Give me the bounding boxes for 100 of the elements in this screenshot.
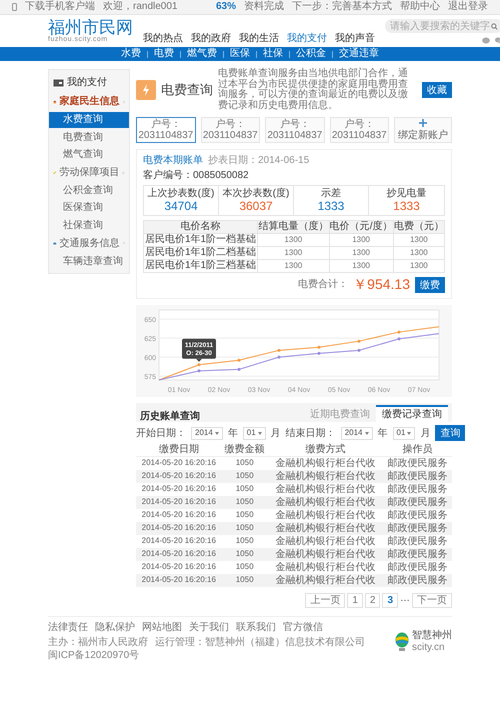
history-tab[interactable]: 近期电费查询 <box>304 405 376 422</box>
top-link[interactable]: 退出登录 <box>448 1 488 13</box>
top-link[interactable]: 帮助中心 <box>400 1 440 13</box>
sub-nav-link[interactable]: 水费 <box>121 48 141 60</box>
table-cell: 1050 <box>222 483 268 496</box>
site-logo[interactable]: 福州市民网 <box>48 19 133 36</box>
footer-link[interactable]: 官方微信 <box>283 622 323 634</box>
table-cell: 1300 <box>393 234 444 246</box>
read-date: 抄表日期：2014-06-15 <box>208 155 310 166</box>
account-tab[interactable]: 户号：2031104837 <box>200 117 260 143</box>
search-icon[interactable] <box>491 22 498 30</box>
table-cell: 1300 <box>329 260 394 272</box>
footer-link[interactable]: 隐私保护 <box>95 622 135 634</box>
footer-link[interactable]: 关于我们 <box>189 622 229 634</box>
app-download-link[interactable]: 下载手机客户端 <box>25 1 95 13</box>
table-cell: 邮政便民服务 <box>382 522 452 536</box>
table-cell: 金融机构银行柜台代收 <box>268 548 383 562</box>
table-cell: 1050 <box>222 561 268 574</box>
user-menu[interactable]: 欢迎，randle001 <box>103 1 178 13</box>
table-cell: 2014-05-20 16:20:16 <box>136 561 222 574</box>
sidebar-item[interactable]: 燃气查询 <box>49 146 129 162</box>
table-cell: 邮政便民服务 <box>382 548 452 562</box>
table-cell: 1300 <box>258 260 330 272</box>
nav-link[interactable]: 我的热点 <box>143 32 183 44</box>
year-select[interactable]: 2014 <box>340 426 372 440</box>
column-header: 电价名称 <box>144 220 258 234</box>
account-tab[interactable]: 户号：2031104837 <box>136 117 196 143</box>
data-point <box>278 356 280 359</box>
table-cell: 邮政便民服务 <box>382 535 452 548</box>
nav-link[interactable]: 我的声音 <box>335 32 375 44</box>
table-cell: 2014-05-20 16:20:16 <box>136 470 222 484</box>
progress-percent: 63% <box>216 1 236 13</box>
sub-nav-link[interactable]: 医保 <box>230 48 250 60</box>
stat-label: 示差 <box>321 188 341 200</box>
prev-page-button[interactable]: 上一页 <box>305 593 346 608</box>
table-cell: 1050 <box>222 535 268 548</box>
table-cell: 2014-05-20 16:20:16 <box>136 483 222 496</box>
month-select[interactable]: 01 <box>242 426 266 440</box>
top-link[interactable]: 下一步：完善基本方式 <box>292 1 392 13</box>
stat-label: 抄见电量 <box>386 188 426 200</box>
table-cell: 1300 <box>258 234 330 246</box>
customer-number: 客户编号：0085050082 <box>143 170 250 182</box>
table-cell: 1300 <box>393 260 444 272</box>
account-tab[interactable]: 户号：2031104837 <box>265 117 324 143</box>
footer-info: 主办：福州市人民政府 <box>48 636 148 648</box>
pay-button[interactable]: 缴费 <box>415 277 445 293</box>
wallet-icon <box>53 78 64 88</box>
sub-nav-link[interactable]: 交通违章 <box>339 48 379 60</box>
nav-link[interactable]: 我的支付 <box>287 32 327 44</box>
favorite-button[interactable]: 收藏 <box>422 82 452 98</box>
sub-nav-link[interactable]: 公积金 <box>296 48 326 60</box>
table-cell: 邮政便民服务 <box>382 456 452 470</box>
sidebar-item[interactable]: 社保查询 <box>49 218 129 233</box>
page-title: 电费查询 <box>161 82 213 98</box>
start-date-label: 开始日期： <box>136 428 186 439</box>
footer-link[interactable]: 联系我们 <box>236 622 276 634</box>
page-button[interactable]: 3 <box>382 593 398 608</box>
add-account-button[interactable]: 绑定新账户 <box>394 117 452 143</box>
table-cell: 金融机构银行柜台代收 <box>268 535 383 548</box>
sidebar-item[interactable]: 公积金查询 <box>49 183 129 198</box>
table-cell: 1050 <box>222 496 268 510</box>
next-page-button[interactable]: 下一页 <box>412 593 452 608</box>
progress-label: 资料完成 <box>244 1 284 13</box>
sidebar-item[interactable]: 水费查询 <box>49 112 129 128</box>
stat-label: 本次抄表数(度) <box>222 188 290 200</box>
table-cell: 邮政便民服务 <box>382 483 452 496</box>
footer-link[interactable]: 网站地图 <box>142 622 182 634</box>
table-cell: 1050 <box>222 509 268 522</box>
table-cell: 1050 <box>222 456 268 470</box>
sub-nav-link[interactable]: 社保 <box>263 48 283 60</box>
column-header: 电价（元/度） <box>329 220 394 234</box>
stat-label: 上次抄表数(度) <box>148 188 214 200</box>
column-header: 电费（元） <box>393 220 444 234</box>
sidebar-item[interactable]: 电费查询 <box>49 130 129 145</box>
history-tab[interactable]: 缴费记录查询 <box>376 405 448 422</box>
footer-link[interactable]: 法律责任 <box>48 622 88 634</box>
data-point <box>238 368 240 371</box>
sidebar-group[interactable]: 家庭民生信息 <box>60 96 120 108</box>
end-date-label: 结束日期： <box>286 428 336 439</box>
chat-bubble-icon[interactable] <box>482 37 490 44</box>
sidebar-group[interactable]: 劳动保障项目 <box>59 166 120 178</box>
table-cell: 2014-05-20 16:20:16 <box>136 548 222 562</box>
sub-nav-link[interactable]: 电费 <box>154 48 174 60</box>
sub-nav-link[interactable]: 燃气费 <box>187 48 217 60</box>
query-button[interactable]: 查询 <box>435 425 466 442</box>
stat-value: 34704 <box>164 200 198 213</box>
page-button[interactable]: 1 <box>347 593 363 608</box>
year-select[interactable]: 2014 <box>191 426 223 440</box>
table-cell: 邮政便民服务 <box>382 470 452 484</box>
sidebar-group[interactable]: 交通服务信息 <box>60 238 120 249</box>
table-cell: 金融机构银行柜台代收 <box>268 522 383 536</box>
account-tab[interactable]: 户号：2031104837 <box>330 117 389 143</box>
page-button[interactable]: 2 <box>364 593 380 608</box>
sidebar-item[interactable]: 车辆违章查询 <box>49 254 129 270</box>
data-point <box>318 346 320 349</box>
sidebar-item[interactable]: 医保查询 <box>49 200 129 216</box>
table-cell: 1050 <box>222 548 268 562</box>
nav-link[interactable]: 我的政府 <box>191 32 231 44</box>
nav-link[interactable]: 我的生活 <box>239 32 279 44</box>
month-select[interactable]: 01 <box>392 426 416 440</box>
